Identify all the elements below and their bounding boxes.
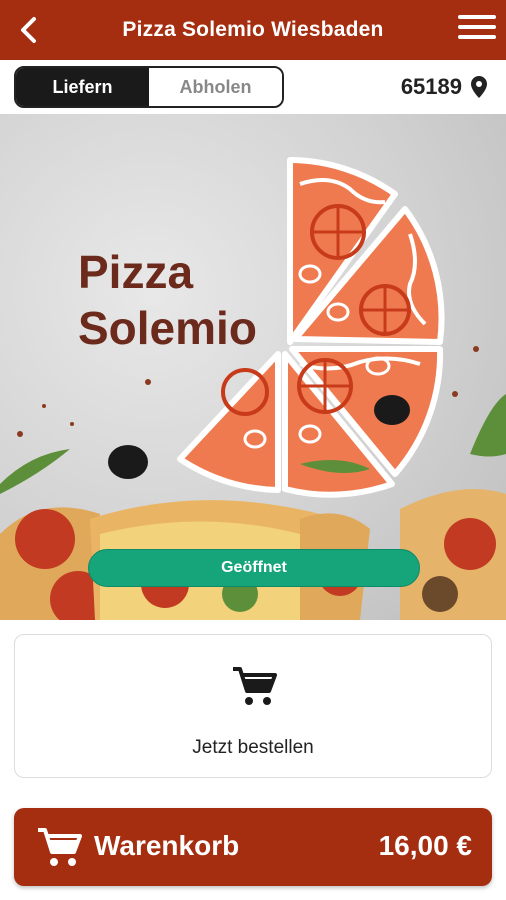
mode-option-pickup[interactable]: Abholen [149, 68, 282, 106]
zip-code: 65189 [400, 74, 462, 99]
brand-logo-text: Pizza Solemio [78, 246, 257, 354]
delivery-mode-bar: Liefern Abholen 65189 [0, 60, 506, 114]
order-now-label: Jetzt bestellen [192, 737, 314, 758]
chevron-left-icon [21, 17, 36, 43]
basket-button[interactable]: Warenkorb 16,00 € [14, 808, 492, 886]
opening-status-badge[interactable]: Geöffnet [88, 549, 420, 587]
menu-button[interactable] [458, 15, 496, 45]
basket-total: 16,00 € [378, 830, 472, 861]
page-title: Pizza Solemio Wiesbaden [122, 18, 384, 41]
back-button[interactable] [14, 14, 46, 46]
order-now-card[interactable]: Jetzt bestellen [14, 634, 492, 778]
basket-label: Warenkorb [94, 830, 240, 861]
mode-option-deliver[interactable]: Liefern [16, 68, 149, 106]
app-header: Pizza Solemio Wiesbaden [0, 0, 506, 60]
shopping-cart-icon [233, 667, 277, 705]
location-selector[interactable]: 65189 [401, 74, 488, 100]
restaurant-banner: Pizza Solemio [0, 114, 506, 620]
pizza-illustration [0, 157, 506, 620]
shopping-cart-icon [38, 828, 82, 866]
map-pin-icon [471, 76, 487, 98]
hamburger-icon [458, 15, 496, 19]
delivery-mode-toggle: Liefern Abholen [14, 66, 284, 108]
